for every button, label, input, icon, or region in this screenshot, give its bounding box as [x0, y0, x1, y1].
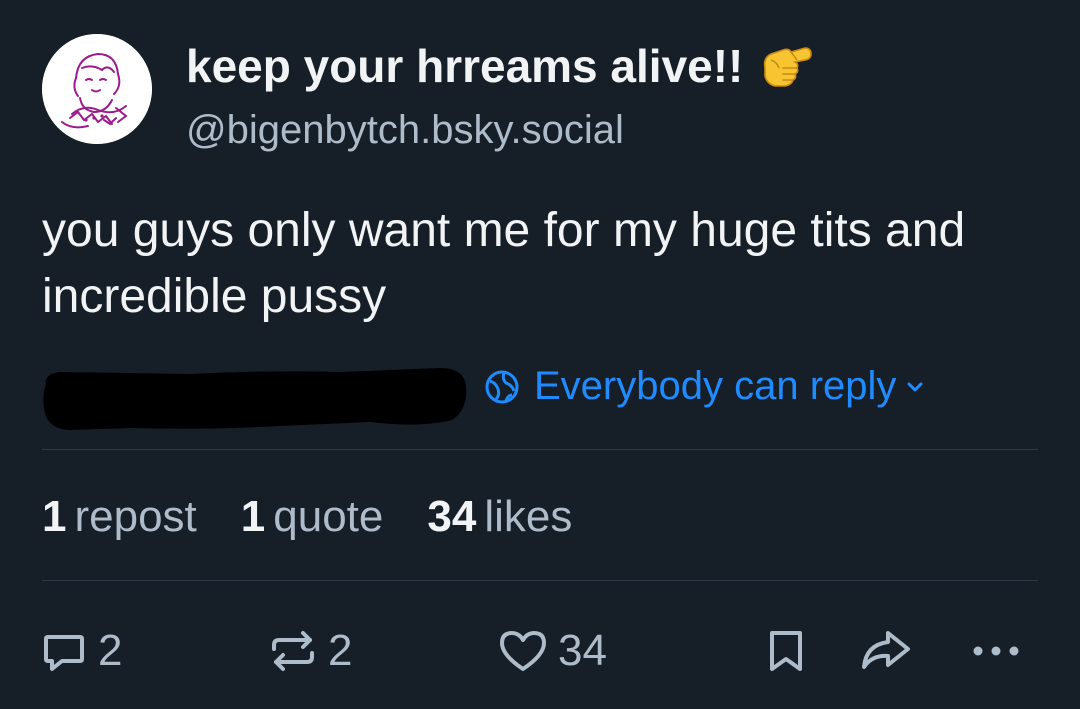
- display-name-text: keep your hrreams alive!!: [186, 40, 744, 92]
- globe-icon: [484, 369, 520, 405]
- chevron-down-icon: [904, 376, 926, 398]
- reply-setting-label: Everybody can reply: [534, 364, 897, 408]
- reposts-label: repost: [74, 492, 197, 541]
- share-arrow-icon: [862, 631, 910, 669]
- post-text: you guys only want me for my huge tits a…: [42, 204, 966, 323]
- engagement-stats: 1 repost 1 quote 34 likes: [42, 492, 616, 542]
- divider: [42, 580, 1038, 581]
- quotes-stat[interactable]: 1 quote: [241, 492, 384, 542]
- repost-count: 2: [328, 626, 353, 675]
- reply-setting-button[interactable]: Everybody can reply: [484, 364, 926, 409]
- likes-label: likes: [484, 492, 573, 541]
- quotes-label: quote: [273, 492, 384, 541]
- reply-button[interactable]: 2: [40, 616, 122, 686]
- quotes-count: 1: [240, 492, 266, 541]
- repost-button[interactable]: 2: [268, 616, 352, 686]
- reply-icon: [44, 635, 84, 671]
- likes-stat[interactable]: 34 likes: [427, 492, 572, 542]
- display-name[interactable]: keep your hrreams alive!!: [186, 38, 813, 94]
- more-options-button[interactable]: [968, 616, 1024, 686]
- share-button[interactable]: [858, 616, 914, 686]
- bookmark-icon: [770, 631, 802, 671]
- reply-count: 2: [98, 626, 123, 675]
- redaction-scribble: [40, 364, 468, 432]
- like-button[interactable]: 34: [498, 616, 607, 686]
- post-card: keep your hrreams alive!! @bigenbytch.bs…: [0, 0, 1080, 709]
- avatar[interactable]: [42, 34, 152, 144]
- repost-icon: [272, 631, 314, 671]
- ellipsis-icon: [973, 646, 1019, 656]
- like-count: 34: [558, 626, 607, 675]
- reposts-count: 1: [42, 492, 67, 541]
- bookmark-button[interactable]: [764, 616, 808, 686]
- author-handle[interactable]: @bigenbytch.bsky.social: [186, 108, 624, 153]
- heart-icon: [500, 631, 546, 671]
- likes-count: 34: [427, 492, 477, 541]
- avatar-drawing-icon: [42, 34, 152, 144]
- reposts-stat[interactable]: 1 repost: [42, 492, 197, 542]
- divider: [42, 449, 1038, 450]
- post-actions: 2 2 34: [0, 616, 1080, 686]
- pointing-hand-emoji-icon: [757, 38, 813, 94]
